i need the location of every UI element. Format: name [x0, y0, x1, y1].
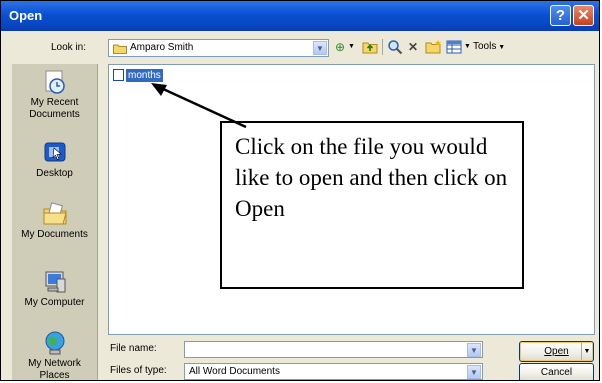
close-button[interactable]: ✕: [573, 5, 594, 26]
toolbar-separator: [382, 39, 383, 55]
place-my-network-places[interactable]: My Network Places: [12, 330, 97, 381]
instruction-callout: Click on the file you would like to open…: [220, 121, 524, 289]
open-dropdown-icon[interactable]: ▼: [581, 343, 592, 360]
search-web-icon[interactable]: [387, 39, 403, 55]
folder-icon: [113, 44, 127, 54]
place-label: My Documents: [21, 229, 88, 240]
my-computer-icon: [45, 271, 65, 293]
chevron-down-icon[interactable]: ▼: [467, 343, 481, 357]
files-of-type-label: Files of type:: [110, 365, 167, 376]
file-name: months: [126, 68, 163, 82]
tools-label: Tools: [473, 41, 497, 52]
look-in-dropdown[interactable]: Amparo Smith ▼: [108, 39, 329, 57]
back-icon[interactable]: ⊕: [335, 39, 345, 55]
place-label: My Recent Documents: [29, 97, 80, 120]
open-dialog: Open ? ✕ Look in: Amparo Smith ▼ ⊕ ▼ ✕ ▼…: [0, 0, 600, 381]
files-of-type-dropdown[interactable]: All Word Documents ▼: [184, 363, 483, 380]
open-button-label: Open: [544, 346, 569, 357]
file-name-input[interactable]: ▼: [184, 341, 483, 358]
place-my-documents[interactable]: My Documents: [12, 201, 97, 241]
recent-documents-icon: [45, 70, 65, 94]
title-bar[interactable]: Open ? ✕: [1, 1, 599, 31]
places-bar: My Recent Documents Desktop My Documents…: [12, 64, 98, 381]
list-item-months[interactable]: months: [113, 68, 163, 82]
help-button[interactable]: ?: [550, 5, 571, 26]
files-of-type-value: All Word Documents: [189, 366, 280, 377]
chevron-down-icon[interactable]: ▼: [467, 365, 481, 379]
views-dropdown-icon[interactable]: ▼: [464, 39, 471, 55]
tools-menu[interactable]: Tools ▼: [473, 39, 505, 55]
desktop-icon: [44, 142, 65, 162]
look-in-label: Look in:: [51, 42, 87, 53]
place-label: My Network Places: [28, 358, 81, 381]
place-label: My Computer: [24, 297, 85, 308]
views-icon[interactable]: [446, 39, 462, 55]
word-document-icon: [113, 69, 124, 81]
place-my-computer[interactable]: My Computer: [12, 269, 97, 309]
place-my-recent-documents[interactable]: My Recent Documents: [12, 69, 97, 121]
new-folder-icon[interactable]: [425, 39, 442, 55]
dialog-title: Open: [9, 8, 43, 23]
my-documents-icon: [43, 202, 67, 225]
cancel-button[interactable]: Cancel: [519, 363, 594, 380]
place-label: Desktop: [36, 168, 73, 179]
file-name-label: File name:: [110, 343, 157, 354]
open-button[interactable]: Open ▼: [519, 341, 594, 362]
back-dropdown-icon[interactable]: ▼: [348, 39, 355, 55]
chevron-down-icon: ▼: [496, 44, 506, 51]
network-places-icon: [45, 331, 64, 355]
look-in-value: Amparo Smith: [130, 42, 194, 53]
chevron-down-icon[interactable]: ▼: [313, 41, 327, 55]
up-folder-icon[interactable]: [362, 39, 378, 55]
place-desktop[interactable]: Desktop: [12, 140, 97, 180]
delete-icon[interactable]: ✕: [408, 39, 418, 55]
